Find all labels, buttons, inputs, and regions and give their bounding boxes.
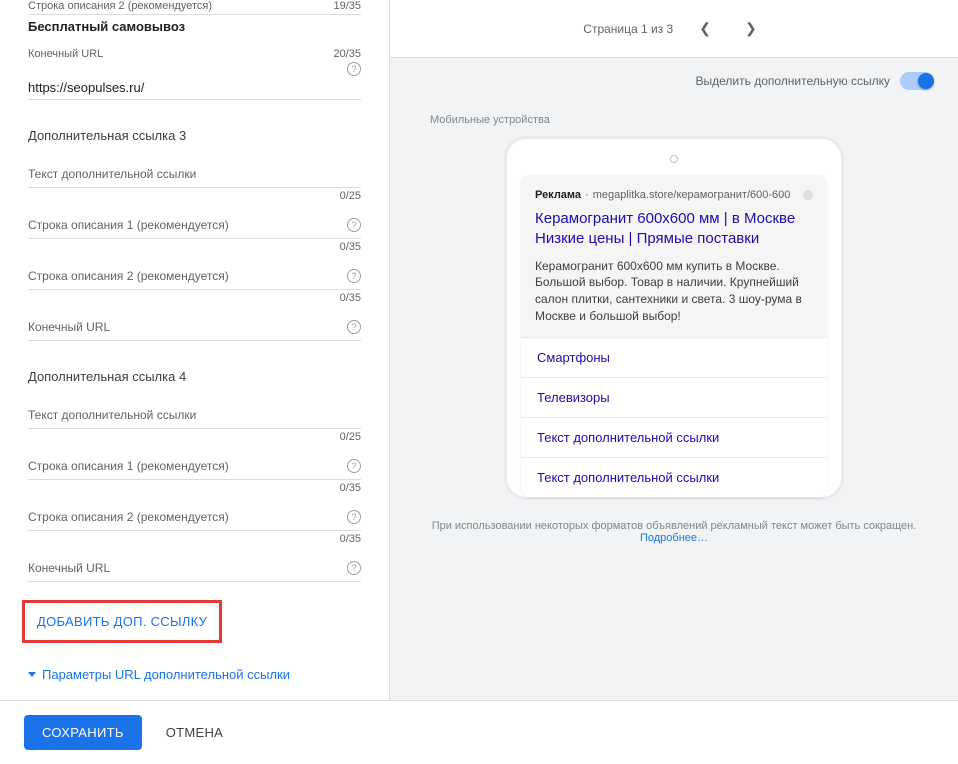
desc2-field[interactable]: Строка описания 2 (рекомендуется) ? <box>28 263 361 290</box>
preview-panel: Страница 1 из 3 ❮ ❯ Выделить дополнитель… <box>390 0 958 700</box>
help-icon[interactable]: ? <box>347 561 361 575</box>
section-title-4: Дополнительная ссылка 4 <box>28 369 361 384</box>
pager-text: Страница 1 из 3 <box>583 22 673 36</box>
desc2-field[interactable]: Строка описания 2 (рекомендуется) ? <box>28 504 361 531</box>
pager-next-button[interactable]: ❯ <box>737 16 765 41</box>
help-icon[interactable]: ? <box>347 62 361 76</box>
ad-preview-card: Реклама · megaplitka.store/керамогранит/… <box>521 175 827 497</box>
desc2-value[interactable]: Бесплатный самовывоз <box>28 15 361 38</box>
counter: 0/25 <box>28 188 361 212</box>
highlight-annotation: ДОБАВИТЬ ДОП. ССЫЛКУ <box>22 600 222 643</box>
mobile-preview-frame: Реклама · megaplitka.store/керамогранит/… <box>504 136 844 500</box>
final-url-field[interactable]: Конечный URL ? <box>28 555 361 582</box>
highlight-sitelink-toggle[interactable] <box>900 72 934 90</box>
action-bar: СОХРАНИТЬ ОТМЕНА <box>0 700 958 764</box>
link-text-field[interactable]: Текст дополнительной ссылки <box>28 402 361 429</box>
cancel-button[interactable]: ОТМЕНА <box>154 715 235 750</box>
help-icon[interactable]: ? <box>347 459 361 473</box>
counter: 0/35 <box>28 239 361 263</box>
help-icon[interactable]: ? <box>347 510 361 524</box>
ad-badge: Реклама <box>535 189 581 201</box>
learn-more-link[interactable]: Подробнее… <box>640 532 708 544</box>
sitelink-item[interactable]: Текст дополнительной ссылки <box>521 457 827 497</box>
help-icon[interactable]: ? <box>347 320 361 334</box>
add-sitelink-button[interactable]: ДОБАВИТЬ ДОП. ССЫЛКУ <box>29 604 215 639</box>
device-label: Мобильные устройства <box>390 104 958 136</box>
sitelink-item[interactable]: Смартфоны <box>521 337 827 377</box>
ad-headline: Керамогранит 600х600 мм | в Москве Низки… <box>535 209 813 250</box>
expand-url-params[interactable]: Параметры URL дополнительной ссылки <box>28 657 361 692</box>
final-url-label: Конечный URL <box>28 48 103 60</box>
desc2-counter: 19/35 <box>333 0 361 12</box>
preview-pager: Страница 1 из 3 ❮ ❯ <box>390 0 958 58</box>
toggle-label: Выделить дополнительную ссылку <box>696 74 890 88</box>
save-button[interactable]: СОХРАНИТЬ <box>24 715 142 750</box>
sitelink-item[interactable]: Текст дополнительной ссылки <box>521 417 827 457</box>
section-title-3: Дополнительная ссылка 3 <box>28 128 361 143</box>
final-url-field[interactable]: Конечный URL ? <box>28 314 361 341</box>
ad-description: Керамогранит 600х600 мм купить в Москве.… <box>535 258 813 325</box>
pager-prev-button[interactable]: ❮ <box>691 16 719 41</box>
desc1-field[interactable]: Строка описания 1 (рекомендуется) ? <box>28 453 361 480</box>
counter: 0/25 <box>28 429 361 453</box>
counter: 0/35 <box>28 531 361 555</box>
help-icon[interactable]: ? <box>347 269 361 283</box>
sitelinks-form-panel: Строка описания 2 (рекомендуется) 19/35 … <box>0 0 390 700</box>
chevron-down-icon <box>28 672 36 677</box>
desc2-label: Строка описания 2 (рекомендуется) <box>28 0 212 12</box>
phone-speaker-icon <box>670 155 678 163</box>
preview-disclaimer: При использовании некоторых форматов объ… <box>390 500 958 564</box>
sitelink-item[interactable]: Телевизоры <box>521 377 827 417</box>
final-url-value[interactable]: https://seopulses.ru/ <box>28 76 361 100</box>
counter: 0/35 <box>28 290 361 314</box>
final-url-counter: 20/35 <box>333 48 361 60</box>
expand-advanced-settings[interactable]: Дополнительные настройки <box>28 692 361 700</box>
desc1-field[interactable]: Строка описания 1 (рекомендуется) ? <box>28 212 361 239</box>
counter: 0/35 <box>28 480 361 504</box>
info-icon <box>803 190 813 200</box>
ad-display-url: megaplitka.store/керамогранит/600-600 <box>593 189 791 201</box>
link-text-field[interactable]: Текст дополнительной ссылки <box>28 161 361 188</box>
help-icon[interactable]: ? <box>347 218 361 232</box>
ad-sitelinks-list: Смартфоны Телевизоры Текст дополнительно… <box>521 337 827 497</box>
